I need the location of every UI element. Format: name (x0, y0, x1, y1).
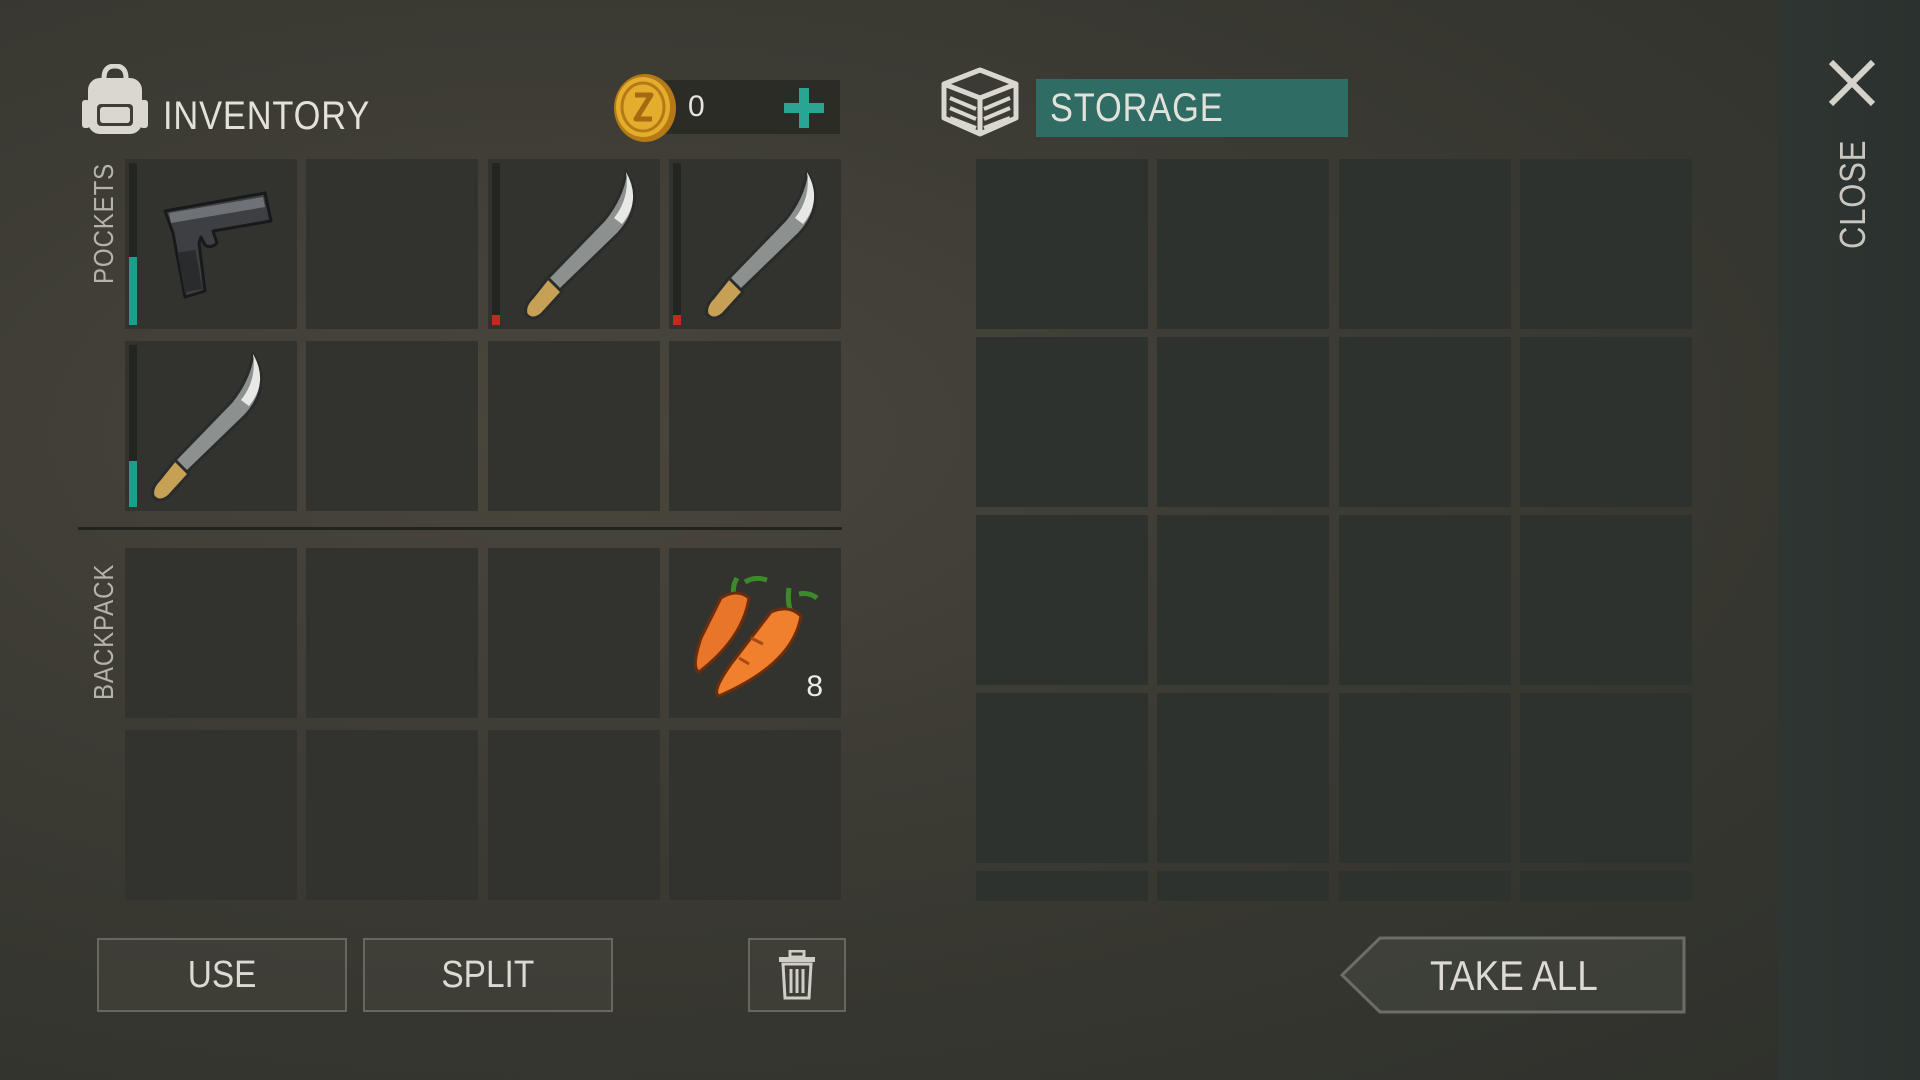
backpack-icon (80, 63, 150, 138)
durability-bar (673, 163, 681, 325)
pocket-slot-1[interactable] (125, 159, 297, 329)
plus-icon (784, 88, 824, 128)
section-divider (78, 527, 842, 530)
durability-fill (129, 461, 137, 507)
storage-slot-partial[interactable] (1157, 871, 1329, 901)
storage-slot[interactable] (976, 515, 1148, 685)
trash-icon (779, 950, 815, 1000)
storage-slot[interactable] (1157, 337, 1329, 507)
coin-icon (612, 72, 678, 144)
crate-icon (940, 66, 1020, 138)
storage-slot[interactable] (1339, 693, 1511, 863)
storage-slot-partial[interactable] (1339, 871, 1511, 901)
durability-fill (673, 315, 681, 325)
storage-slot[interactable] (976, 337, 1148, 507)
durability-bar (129, 163, 137, 325)
storage-title: STORAGE (1050, 86, 1224, 130)
backpack-slot-3[interactable] (488, 548, 660, 718)
add-coins-button[interactable] (780, 84, 828, 132)
storage-slot[interactable] (1339, 337, 1511, 507)
coin-amount: 0 (688, 90, 705, 123)
backpack-slot-6[interactable] (306, 730, 478, 900)
storage-slot-partial[interactable] (976, 871, 1148, 901)
machete-icon (524, 167, 636, 320)
backpack-label: BACKPACK (88, 563, 119, 700)
storage-slot[interactable] (1339, 159, 1511, 329)
storage-slot[interactable] (1157, 515, 1329, 685)
inventory-title: INVENTORY (163, 94, 371, 138)
pocket-slot-2[interactable] (306, 159, 478, 329)
storage-slot[interactable] (1339, 515, 1511, 685)
backpack-slot-2[interactable] (306, 548, 478, 718)
storage-slot[interactable] (1520, 159, 1692, 329)
pocket-slot-5[interactable] (125, 341, 297, 511)
split-button[interactable]: SPLIT (363, 938, 613, 1012)
split-label: SPLIT (441, 953, 535, 996)
pocket-slot-4[interactable] (669, 159, 841, 329)
storage-slot[interactable] (976, 693, 1148, 863)
durability-bar (492, 163, 500, 325)
trash-button[interactable] (748, 938, 846, 1012)
storage-slot[interactable] (1520, 515, 1692, 685)
pocket-slot-6[interactable] (306, 341, 478, 511)
use-label: USE (187, 953, 257, 996)
close-button[interactable]: CLOSE (1820, 54, 1884, 304)
backpack-slot-7[interactable] (488, 730, 660, 900)
pockets-label: POCKETS (88, 162, 119, 284)
storage-grid (976, 159, 1693, 901)
backpack-slot-4[interactable]: 8 (669, 548, 841, 718)
close-label: CLOSE (1832, 139, 1873, 249)
take-all-button[interactable]: TAKE ALL (1340, 936, 1686, 1014)
backpack-slot-8[interactable] (669, 730, 841, 900)
durability-fill (492, 315, 500, 325)
storage-slot[interactable] (1157, 159, 1329, 329)
machete-icon (705, 167, 817, 320)
use-button[interactable]: USE (97, 938, 347, 1012)
item-count: 8 (806, 670, 823, 703)
pocket-slot-7[interactable] (488, 341, 660, 511)
take-all-label: TAKE ALL (1430, 952, 1598, 999)
durability-fill (129, 257, 137, 325)
storage-slot[interactable] (1520, 337, 1692, 507)
backpack-slot-5[interactable] (125, 730, 297, 900)
storage-slot[interactable] (976, 159, 1148, 329)
storage-slot[interactable] (1520, 693, 1692, 863)
pistol-icon (163, 191, 273, 299)
pocket-slot-3[interactable] (488, 159, 660, 329)
storage-slot-partial[interactable] (1520, 871, 1692, 901)
pocket-slot-8[interactable] (669, 341, 841, 511)
durability-bar (129, 345, 137, 507)
carrot-icon (694, 575, 819, 698)
backpack-slot-1[interactable] (125, 548, 297, 718)
machete-icon (151, 349, 263, 502)
storage-slot[interactable] (1157, 693, 1329, 863)
close-icon (1828, 59, 1876, 107)
